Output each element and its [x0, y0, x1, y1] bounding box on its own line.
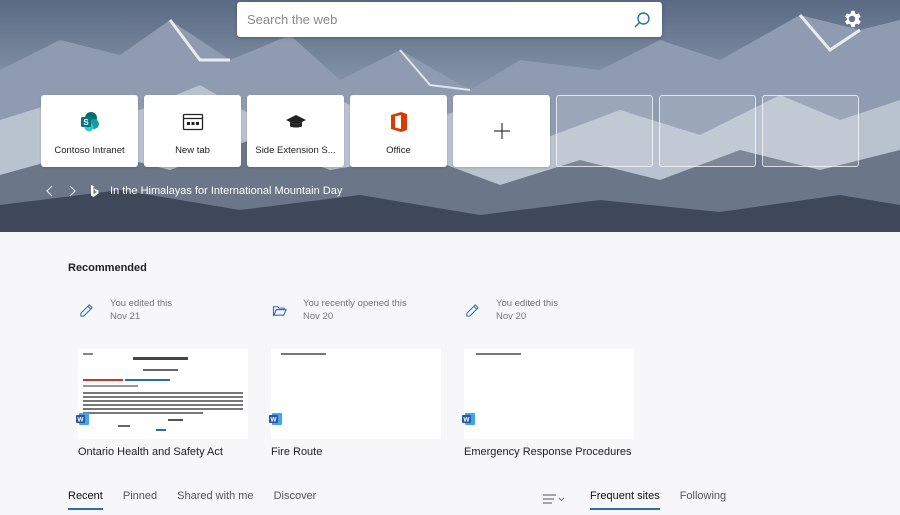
word-icon: W — [462, 413, 475, 425]
svg-text:W: W — [77, 417, 84, 424]
sites-tabs: Frequent sites Following — [590, 490, 726, 510]
chevron-right-icon[interactable] — [66, 184, 78, 198]
plus-icon — [493, 123, 510, 139]
tab-frequent-sites[interactable]: Frequent sites — [590, 490, 660, 510]
document-thumbnail — [78, 349, 248, 439]
document-thumbnail — [464, 349, 634, 439]
add-site-button[interactable] — [453, 95, 550, 167]
search-icon[interactable] — [632, 10, 652, 30]
tile-side-extension[interactable]: Side Extension S... — [247, 95, 344, 167]
activity-label: You edited this — [110, 298, 172, 309]
activity-text: You recently opened this Nov 20 — [303, 297, 407, 323]
graduation-cap-icon — [285, 111, 307, 133]
search-box[interactable] — [237, 2, 662, 37]
recommended-heading: Recommended — [68, 262, 147, 274]
hero-background: S Contoso Intranet New tab — [0, 0, 900, 232]
recommended-card[interactable]: You edited this Nov 21 W Ontario Health … — [68, 293, 248, 468]
word-icon: W — [269, 413, 282, 425]
gear-icon[interactable] — [841, 8, 863, 30]
activity-text: You edited this Nov 21 — [110, 297, 172, 323]
svg-text:S: S — [83, 118, 89, 127]
chevron-left-icon[interactable] — [44, 184, 56, 198]
document-thumbnail — [271, 349, 441, 439]
search-input[interactable] — [247, 12, 632, 27]
tab-recent[interactable]: Recent — [68, 490, 103, 510]
document-title: Fire Route — [271, 446, 323, 458]
sharepoint-icon: S — [79, 111, 101, 133]
document-title: Emergency Response Procedures — [464, 446, 632, 458]
files-tabs: Recent Pinned Shared with me Discover — [68, 490, 316, 510]
activity-date: Nov 21 — [110, 311, 141, 322]
tile-new-tab[interactable]: New tab — [144, 95, 241, 167]
empty-tile-slot — [762, 95, 859, 167]
activity-date: Nov 20 — [303, 311, 334, 322]
document-title: Ontario Health and Safety Act — [78, 446, 223, 458]
tile-contoso-intranet[interactable]: S Contoso Intranet — [41, 95, 138, 167]
top-sites: S Contoso Intranet New tab Side Extensio… — [41, 95, 859, 167]
tab-discover[interactable]: Discover — [274, 490, 317, 510]
word-icon: W — [76, 413, 89, 425]
tile-label: New tab — [175, 145, 210, 156]
tab-pinned[interactable]: Pinned — [123, 490, 157, 510]
tile-office[interactable]: Office — [350, 95, 447, 167]
svg-text:W: W — [463, 417, 470, 424]
activity-date: Nov 20 — [496, 311, 527, 322]
caption-link[interactable]: In the Himalayas for International Mount… — [110, 185, 342, 197]
new-tab-icon — [182, 111, 204, 133]
bing-icon — [91, 185, 99, 197]
tab-following[interactable]: Following — [680, 490, 726, 510]
tile-label: Contoso Intranet — [54, 145, 125, 156]
pencil-icon — [466, 304, 479, 317]
folder-open-icon — [272, 306, 287, 316]
activity-label: You edited this — [496, 298, 558, 309]
activity-label: You recently opened this — [303, 298, 407, 309]
tile-label: Side Extension S... — [255, 145, 336, 156]
image-caption: In the Himalayas for International Mount… — [44, 184, 342, 198]
empty-tile-slot — [556, 95, 653, 167]
office-icon — [388, 111, 410, 133]
tab-shared-with-me[interactable]: Shared with me — [177, 490, 253, 510]
activity-text: You edited this Nov 20 — [496, 297, 558, 323]
empty-tile-slot — [659, 95, 756, 167]
recommended-card[interactable]: You recently opened this Nov 20 W Fire R… — [261, 293, 441, 468]
svg-text:W: W — [270, 417, 277, 424]
tile-label: Office — [386, 145, 411, 156]
filter-sort-icon[interactable] — [542, 493, 566, 505]
pencil-icon — [80, 304, 93, 317]
recommended-card[interactable]: You edited this Nov 20 W Emergency Respo… — [454, 293, 634, 468]
